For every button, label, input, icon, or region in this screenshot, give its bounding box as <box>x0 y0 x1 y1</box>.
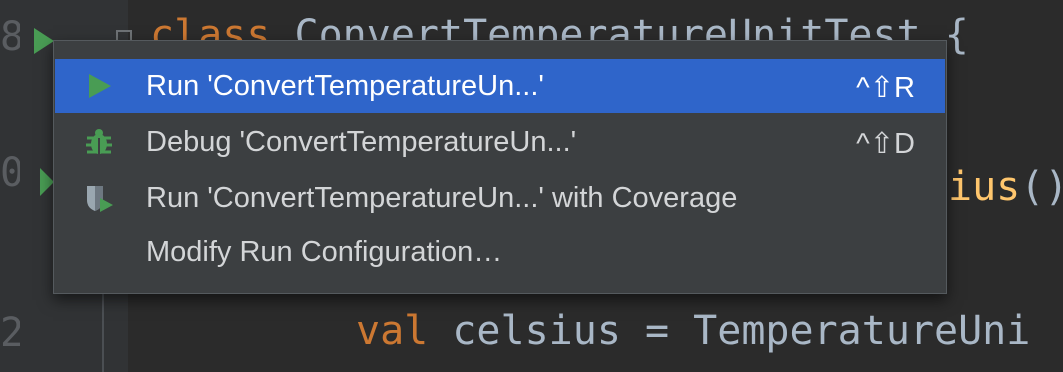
menu-item-run[interactable]: Run 'ConvertTemperatureUn...' ^⇧R <box>55 59 945 113</box>
menu-item-label: Run 'ConvertTemperatureUn...' <box>146 70 544 102</box>
menu-item-run-coverage[interactable]: Run 'ConvertTemperatureUn...' with Cover… <box>55 171 945 225</box>
code-text: celsius = TemperatureUni <box>452 308 1031 354</box>
code-editor[interactable]: 8 0 2 class ConvertTemperatureUnitTest {… <box>0 0 1063 372</box>
code-parens: () <box>1020 164 1063 210</box>
menu-item-modify-config[interactable]: Modify Run Configuration… <box>55 225 945 279</box>
menu-item-shortcut: ^⇧R <box>856 72 915 104</box>
code-keyword: val <box>356 308 429 354</box>
run-gutter-icon[interactable] <box>40 168 54 196</box>
run-gutter-icon[interactable] <box>34 28 54 54</box>
menu-item-label: Modify Run Configuration… <box>146 236 503 268</box>
menu-item-debug[interactable]: Debug 'ConvertTemperatureUn...' ^⇧D <box>55 115 945 169</box>
function-name-tail: ius <box>948 164 1021 210</box>
code-line[interactable]: val celsius = TemperatureUni <box>356 308 1030 354</box>
coverage-icon <box>83 182 115 214</box>
line-number: 8 <box>0 14 20 60</box>
line-number: 0 <box>0 150 20 196</box>
run-context-menu: Run 'ConvertTemperatureUn...' ^⇧R Debug … <box>53 40 947 294</box>
debug-icon <box>83 126 115 158</box>
menu-item-label: Debug 'ConvertTemperatureUn...' <box>146 126 577 158</box>
menu-item-shortcut: ^⇧D <box>856 128 915 160</box>
line-number: 2 <box>0 310 20 356</box>
menu-item-label: Run 'ConvertTemperatureUn...' with Cover… <box>146 182 738 214</box>
code-brace: { <box>944 12 969 58</box>
run-icon <box>83 70 115 102</box>
code-line[interactable]: ius() <box>948 164 1063 210</box>
